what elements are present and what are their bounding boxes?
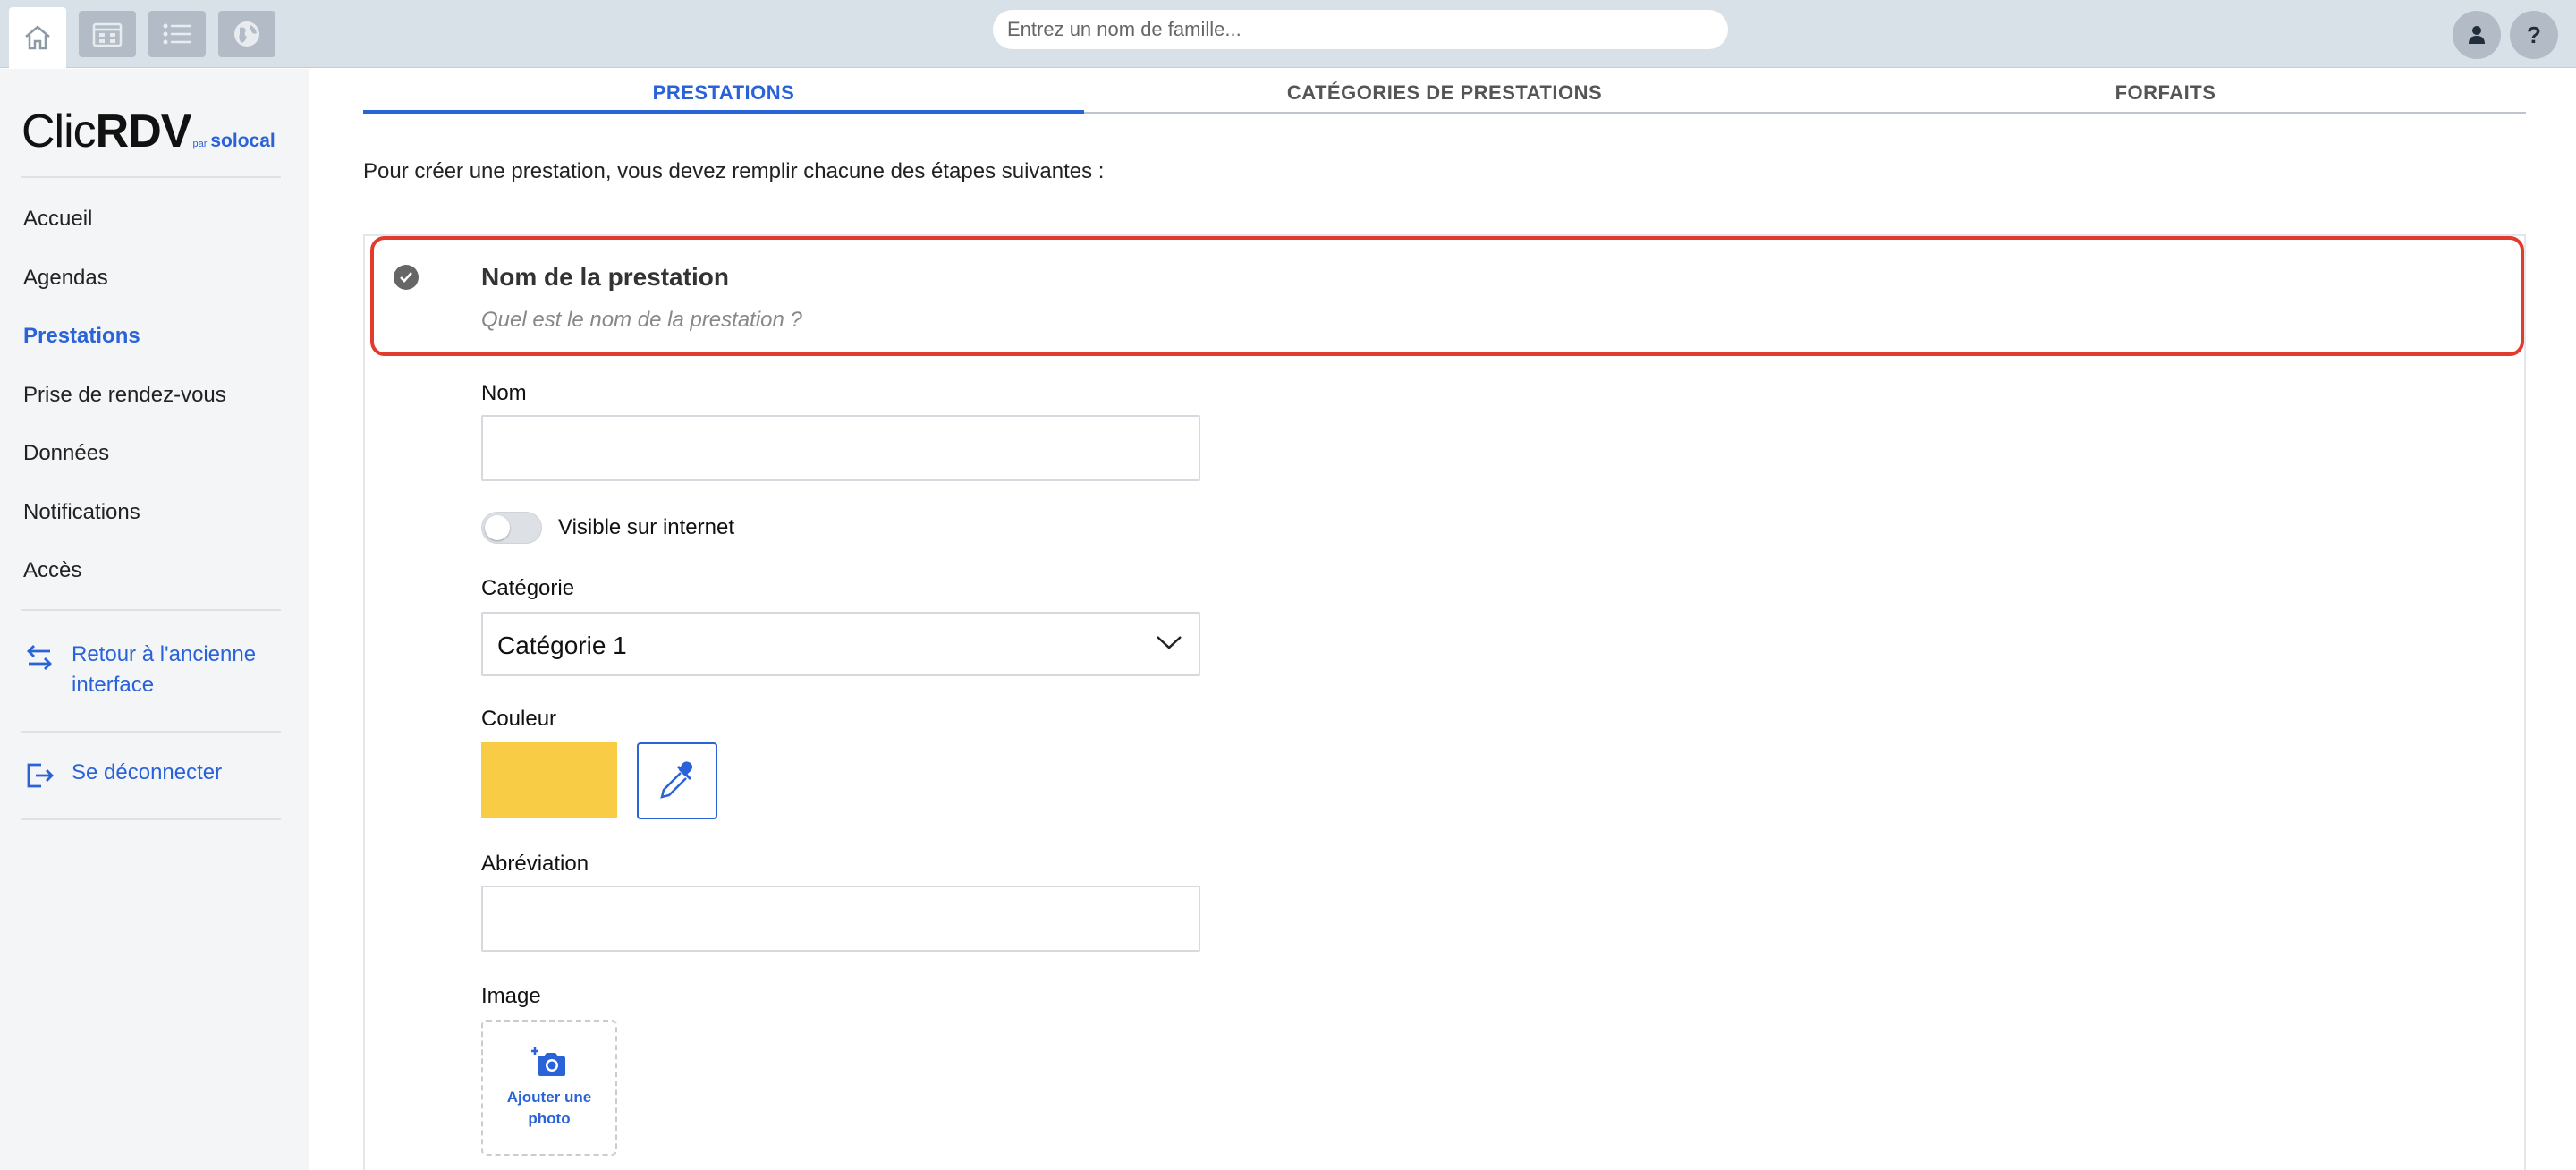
top-bar: ? (0, 0, 2576, 68)
calendar-button[interactable] (79, 11, 136, 57)
help-icon: ? (2527, 21, 2541, 48)
tab-categories-de-prestations[interactable]: CATÉGORIES DE PRESTATIONS (1084, 69, 1805, 112)
tab-forfaits[interactable]: FORFAITS (1805, 69, 2526, 112)
calendar-icon (92, 22, 123, 47)
logo-par: par (192, 139, 208, 149)
globe-icon (234, 21, 259, 47)
list-icon (163, 23, 191, 45)
globe-button[interactable] (218, 11, 275, 57)
sidebar-item-agendas[interactable]: Agendas (23, 266, 108, 291)
logo-solocal: solocal (210, 131, 275, 151)
abreviation-label: Abréviation (481, 852, 589, 876)
user-icon (2469, 26, 2485, 44)
step-subtitle: Quel est le nom de la prestation ? (481, 308, 802, 332)
form-card (363, 234, 2526, 1170)
visible-toggle[interactable] (481, 512, 542, 544)
color-swatch[interactable] (481, 742, 617, 818)
home-button[interactable] (9, 7, 66, 68)
abreviation-input[interactable] (481, 886, 1200, 952)
sidebar-item-acces[interactable]: Accès (23, 558, 81, 583)
sidebar-item-donnees[interactable]: Données (23, 441, 109, 466)
sidebar-item-notifications[interactable]: Notifications (23, 500, 140, 525)
intro-text: Pour créer une prestation, vous devez re… (363, 159, 1105, 183)
logo-rdv: RDV (95, 106, 192, 157)
user-button[interactable] (2453, 11, 2501, 59)
logout-label: Se déconnecter (72, 760, 223, 784)
old-interface-link[interactable]: Retour à l'ancienne interface (23, 640, 256, 700)
swap-arrows-icon (27, 645, 52, 670)
divider (21, 609, 281, 611)
tab-prestations[interactable]: PRESTATIONS (363, 69, 1084, 114)
help-button[interactable]: ? (2510, 11, 2558, 59)
couleur-label: Couleur (481, 707, 557, 731)
logout-link[interactable]: Se déconnecter (23, 758, 222, 792)
add-photo-label-line2: photo (528, 1110, 571, 1127)
nom-label: Nom (481, 381, 527, 405)
divider (21, 818, 281, 820)
step-title: Nom de la prestation (481, 263, 729, 291)
image-label: Image (481, 984, 541, 1008)
step-header[interactable] (370, 236, 2524, 356)
logo[interactable]: Clic RDV par solocal (21, 105, 275, 158)
list-button[interactable] (148, 11, 206, 57)
toggle-knob (485, 515, 510, 540)
logout-icon (27, 763, 54, 788)
tab-bar: PRESTATIONS CATÉGORIES DE PRESTATIONS FO… (363, 69, 2526, 114)
add-photo-button[interactable]: Ajouter une photo (481, 1020, 617, 1156)
categorie-select[interactable]: Catégorie 1 (481, 612, 1200, 676)
old-interface-label-line1: Retour à l'ancienne (72, 642, 257, 666)
sidebar: Clic RDV par solocal Accueil Agendas Presta… (0, 69, 309, 1170)
sidebar-item-prise-de-rendez-vous[interactable]: Prise de rendez-vous (23, 383, 226, 408)
old-interface-label-line2: interface (72, 673, 155, 697)
add-photo-label-line1: Ajouter une (506, 1089, 592, 1106)
logo-clic: Clic (21, 106, 97, 157)
search-input[interactable] (993, 10, 1728, 49)
sidebar-item-prestations[interactable]: Prestations (23, 324, 140, 349)
chevron-down-icon (1157, 636, 1182, 649)
sidebar-item-accueil[interactable]: Accueil (23, 207, 92, 232)
categorie-label: Catégorie (481, 576, 575, 600)
color-picker-button[interactable] (637, 742, 717, 819)
visible-label: Visible sur internet (558, 515, 734, 539)
step-check-icon (394, 265, 419, 290)
home-icon (25, 25, 50, 50)
nom-input[interactable] (481, 415, 1200, 481)
divider (21, 731, 281, 733)
divider (21, 176, 281, 178)
eyedropper-icon (660, 761, 693, 799)
add-camera-icon (531, 1047, 565, 1076)
categorie-value: Catégorie 1 (497, 632, 627, 659)
